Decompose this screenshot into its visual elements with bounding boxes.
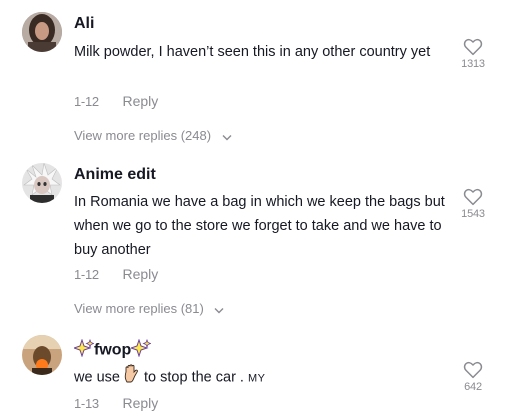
heart-icon bbox=[463, 188, 483, 206]
comment-text: In Romania we have a bag in which we kee… bbox=[74, 194, 445, 258]
comment-meta: 1-12 Reply bbox=[74, 266, 158, 282]
profile-photo-icon bbox=[22, 163, 62, 203]
avatar[interactable] bbox=[22, 12, 62, 52]
like-count: 1313 bbox=[461, 58, 485, 70]
comment-author[interactable]: Ali bbox=[74, 15, 94, 33]
chevron-down-icon bbox=[214, 302, 224, 317]
like-button[interactable]: 642 bbox=[457, 361, 489, 393]
view-more-label: View more replies (248) bbox=[74, 128, 212, 143]
view-more-replies[interactable]: View more replies (248) bbox=[74, 128, 232, 144]
profile-photo-icon bbox=[22, 12, 62, 52]
comment-list: Ali Milk powder, I haven’t seen this in … bbox=[0, 0, 512, 420]
comment-author[interactable]: fwop bbox=[72, 338, 152, 362]
reply-button[interactable]: Reply bbox=[122, 395, 158, 411]
comment-text-before: we use bbox=[74, 369, 120, 386]
view-more-replies[interactable]: View more replies (81) bbox=[74, 301, 224, 317]
comment-author-name: fwop bbox=[94, 341, 132, 359]
avatar[interactable] bbox=[22, 335, 62, 375]
comment-meta: 1-13 Reply bbox=[74, 395, 158, 411]
like-button[interactable]: 1543 bbox=[457, 188, 489, 220]
view-more-label: View more replies (81) bbox=[74, 301, 204, 316]
comment-text: Milk powder, I haven’t seen this in any … bbox=[74, 44, 431, 60]
comment-meta: 1-12 Reply bbox=[74, 93, 158, 109]
avatar[interactable] bbox=[22, 163, 62, 203]
profile-photo-icon bbox=[22, 335, 62, 375]
sparkles-icon bbox=[72, 338, 95, 362]
raised-hand-icon bbox=[124, 364, 140, 391]
comment-text: we use to stop the car . MY bbox=[74, 364, 446, 391]
comment-date: 1-12 bbox=[74, 267, 99, 282]
reply-button[interactable]: Reply bbox=[122, 93, 158, 109]
reply-button[interactable]: Reply bbox=[122, 266, 158, 282]
heart-icon bbox=[463, 38, 483, 56]
comment-text-after: to stop the car . bbox=[144, 369, 244, 386]
heart-icon bbox=[463, 361, 483, 379]
like-button[interactable]: 1313 bbox=[457, 38, 489, 70]
chevron-down-icon bbox=[222, 129, 232, 144]
comment-text-suffix: MY bbox=[248, 372, 266, 385]
comment-author[interactable]: Anime edit bbox=[74, 166, 156, 184]
like-count: 642 bbox=[464, 381, 482, 393]
sparkles-icon bbox=[129, 338, 152, 362]
like-count: 1543 bbox=[461, 208, 485, 220]
comment-date: 1-13 bbox=[74, 396, 99, 411]
comment-date: 1-12 bbox=[74, 94, 99, 109]
